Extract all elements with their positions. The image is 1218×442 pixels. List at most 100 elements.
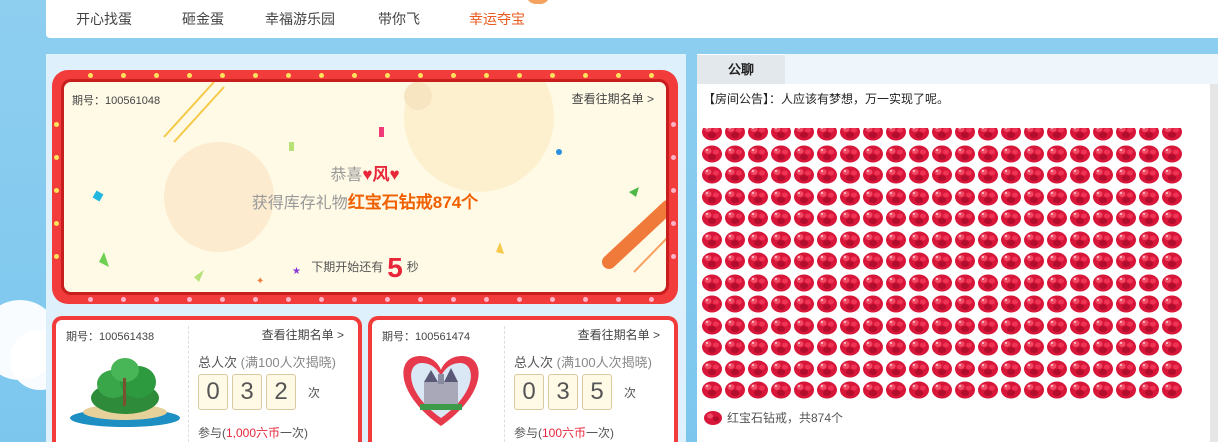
ruby-ring-icon	[840, 252, 860, 270]
card-divider	[504, 326, 505, 442]
room-notice: 【房间公告】：人应该有梦想，万一实现了呢。	[703, 92, 950, 106]
ruby-ring-icon	[1001, 338, 1021, 356]
ruby-ring-icon	[1047, 166, 1067, 184]
countdown-value: 5	[387, 252, 403, 283]
ruby-ring-icon	[863, 274, 883, 291]
ruby-ring-icon	[1116, 381, 1136, 399]
ruby-ring-icon	[794, 188, 814, 205]
nav-item-lucky-treasure[interactable]: 幸运夺宝	[469, 9, 525, 29]
ruby-ring-icon	[725, 231, 745, 248]
gift-animation	[701, 128, 1193, 408]
ruby-ring-icon	[1070, 128, 1090, 141]
congrats-line: 恭喜♥风♥	[64, 160, 666, 185]
ruby-ring-icon	[794, 231, 814, 248]
ruby-ring-icon	[702, 128, 722, 141]
ruby-ring-icon	[1001, 274, 1021, 291]
ruby-ring-icon	[955, 166, 975, 184]
chat-scrollbar[interactable]	[1210, 84, 1218, 442]
marquee-bulb	[517, 297, 522, 302]
ruby-ring-icon	[1024, 166, 1044, 184]
ruby-ring-icon	[932, 295, 952, 313]
ruby-ring-icon	[909, 295, 929, 313]
tab-public-chat[interactable]: 公聊	[697, 54, 785, 84]
ruby-ring-icon	[863, 231, 883, 248]
history-list-link[interactable]: 查看往期名单 >	[572, 90, 654, 107]
ruby-ring-icon	[725, 274, 745, 291]
marquee-bulb	[451, 297, 456, 302]
ruby-ring-icon	[702, 274, 722, 291]
ruby-ring-icon	[1139, 145, 1159, 162]
ruby-ring-icon	[1001, 128, 1021, 141]
ruby-ring-icon	[1139, 317, 1159, 334]
marquee-bulb	[671, 155, 676, 160]
ruby-ring-icon	[1116, 252, 1136, 270]
ruby-ring-icon	[725, 145, 745, 162]
ruby-ring-icon	[771, 381, 791, 399]
ruby-ring-icon	[1047, 360, 1067, 377]
ruby-ring-icon	[771, 338, 791, 356]
ruby-ring-icon	[817, 274, 837, 291]
ruby-ring-icon	[725, 209, 745, 227]
ruby-ring-icon	[978, 381, 998, 399]
ruby-ring-icon	[840, 381, 860, 399]
count-digit: 0	[198, 374, 228, 410]
join-price[interactable]: 参与(1,000六币一次)	[198, 424, 308, 441]
ruby-ring-icon	[1162, 252, 1182, 270]
ruby-ring-icon	[932, 128, 952, 141]
marquee-bulb	[550, 73, 555, 78]
prize-name: 红宝石钻戒874个	[347, 193, 479, 212]
ruby-ring-icon	[886, 338, 906, 356]
ruby-ring-icon	[794, 274, 814, 291]
ruby-ring-icon	[1116, 209, 1136, 227]
ruby-ring-icon	[1070, 274, 1090, 291]
ruby-ring-icon	[955, 381, 975, 399]
ruby-ring-icon	[817, 317, 837, 334]
ruby-ring-icon	[909, 145, 929, 162]
ruby-ring-icon	[748, 231, 768, 248]
ruby-ring-icon	[863, 381, 883, 399]
ruby-ring-icon	[863, 188, 883, 205]
top-nav: 开心找蛋 砸金蛋 幸福游乐园 带你飞 幸运夺宝	[46, 0, 1218, 38]
ruby-ring-icon	[1070, 252, 1090, 270]
ruby-ring-icon	[794, 145, 814, 162]
nav-item-find-egg[interactable]: 开心找蛋	[76, 9, 132, 29]
marquee-bulb	[451, 73, 456, 78]
ruby-ring-icon	[771, 128, 791, 141]
ruby-ring-icon	[1139, 252, 1159, 270]
castle-heart-icon[interactable]	[384, 348, 498, 428]
marquee-bulb	[484, 297, 489, 302]
ruby-ring-icon	[863, 166, 883, 184]
ruby-ring-icon	[1047, 128, 1067, 141]
nav-item-fly-with-you[interactable]: 带你飞	[378, 9, 420, 29]
ruby-ring-icon	[1001, 317, 1021, 334]
ruby-ring-icon	[932, 231, 952, 248]
ruby-ring-icon	[817, 338, 837, 356]
issue-number: 期号：100561048	[72, 95, 161, 107]
ruby-ring-icon	[702, 209, 722, 227]
nav-item-smash-golden-egg[interactable]: 砸金蛋	[182, 9, 224, 29]
ruby-ring-icon	[1139, 381, 1159, 399]
history-list-link[interactable]: 查看往期名单 >	[578, 326, 660, 343]
ruby-ring-icon	[1024, 128, 1044, 141]
ruby-ring-icon	[863, 338, 883, 356]
ruby-ring-icon	[909, 166, 929, 184]
ruby-ring-icon	[1162, 295, 1182, 313]
ruby-ring-icon	[702, 188, 722, 205]
marquee-bulb	[121, 73, 126, 78]
gift-caption-text: 红宝石钻戒，共874个	[727, 410, 844, 425]
ruby-ring-icon	[1001, 188, 1021, 205]
ruby-ring-icon	[794, 252, 814, 270]
ruby-ring-icon	[1024, 381, 1044, 399]
marquee-bulb	[352, 73, 357, 78]
marquee-bulb	[671, 122, 676, 127]
ruby-ring-icon	[1116, 295, 1136, 313]
ruby-ring-icon	[748, 360, 768, 377]
ruby-ring-icon	[886, 166, 906, 184]
join-price[interactable]: 参与(100六币一次)	[514, 424, 614, 441]
history-list-link[interactable]: 查看往期名单 >	[262, 326, 344, 343]
nav-item-happy-park[interactable]: 幸福游乐园	[265, 9, 335, 29]
ruby-ring-icon	[955, 274, 975, 291]
ruby-ring-icon	[1162, 128, 1182, 141]
join-prefix: 参与(	[198, 426, 226, 440]
island-icon[interactable]	[68, 348, 182, 428]
